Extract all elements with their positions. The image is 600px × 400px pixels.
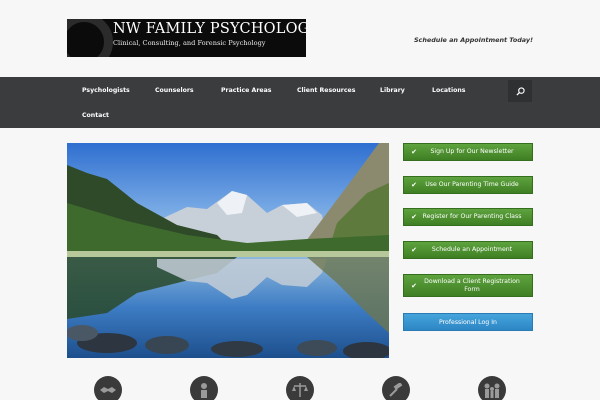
newsletter-signup-button[interactable]: ✔ Sign Up for Our Newsletter [403, 143, 533, 161]
child-icon[interactable] [190, 376, 218, 400]
nav-item-library[interactable]: Library [380, 87, 405, 94]
nav-item-client-resources[interactable]: Client Resources [297, 87, 355, 94]
professional-login-button[interactable]: Professional Log In [403, 313, 533, 331]
check-icon: ✔ [411, 181, 417, 189]
handshake-icon[interactable] [94, 376, 122, 400]
button-label: Schedule an Appointment [431, 246, 513, 254]
check-icon: ✔ [411, 213, 417, 221]
nav-item-practice-areas[interactable]: Practice Areas [221, 87, 271, 94]
parenting-time-guide-button[interactable]: ✔ Use Our Parenting Time Guide [403, 176, 533, 194]
schedule-appointment-button[interactable]: ✔ Schedule an Appointment [403, 241, 533, 259]
nav-item-locations[interactable]: Locations [432, 87, 465, 94]
site-logo[interactable]: NW FAMILY PSYCHOLOGY Clinical, Consultin… [67, 19, 306, 57]
download-registration-form-button[interactable]: ✔ Download a Client Registration Form [403, 274, 533, 297]
nav-item-psychologists[interactable]: Psychologists [82, 87, 130, 94]
logo-subtitle: Clinical, Consulting, and Forensic Psych… [113, 39, 266, 47]
logo-swirl-graphic [67, 19, 113, 57]
scales-icon[interactable] [286, 376, 314, 400]
nav-search-button[interactable] [508, 80, 532, 102]
check-icon: ✔ [411, 281, 417, 290]
button-label: Download a Client Registration Form [424, 278, 520, 293]
check-icon: ✔ [411, 148, 417, 156]
logo-title: NW FAMILY PSYCHOLOGY [113, 21, 306, 37]
button-label: Sign Up for Our Newsletter [430, 148, 514, 156]
family-icon[interactable] [478, 376, 506, 400]
hero-mountain-lake-image [67, 143, 389, 358]
gavel-icon[interactable] [382, 376, 410, 400]
schedule-appointment-link[interactable]: Schedule an Appointment Today! [414, 36, 533, 44]
button-label: Use Our Parenting Time Guide [425, 181, 519, 189]
nav-item-contact[interactable]: Contact [82, 112, 109, 119]
parenting-class-register-button[interactable]: ✔ Register for Our Parenting Class [403, 208, 533, 226]
button-label: Register for Our Parenting Class [422, 213, 522, 221]
search-icon [515, 86, 525, 96]
nav-item-counselors[interactable]: Counselors [155, 87, 194, 94]
check-icon: ✔ [411, 246, 417, 254]
